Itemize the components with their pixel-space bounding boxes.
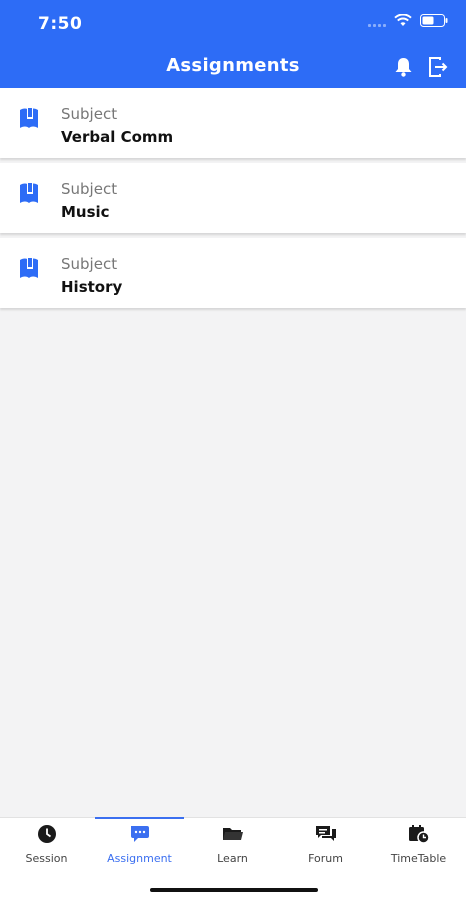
tab-label: Learn	[217, 852, 248, 865]
chat-icon	[130, 826, 149, 842]
tab-label: Assignment	[107, 852, 172, 865]
subject-label: Subject	[61, 255, 118, 273]
subject-label: Subject	[61, 105, 118, 123]
tab-assignment[interactable]: Assignment	[93, 817, 186, 878]
tab-label: TimeTable	[390, 852, 447, 865]
calendar-clock-icon	[408, 825, 430, 844]
tab-label: Session	[25, 852, 68, 865]
bell-icon[interactable]	[393, 56, 414, 78]
tab-timetable[interactable]: TimeTable	[372, 818, 465, 878]
assignment-list: Subject Verbal Comm Subject Music Subjec…	[0, 88, 466, 313]
subject-name: Music	[61, 203, 110, 221]
subject-name: History	[61, 278, 123, 296]
cellular-signal-icon	[368, 15, 386, 27]
forum-icon	[315, 826, 336, 841]
folder-icon	[222, 828, 243, 840]
clock-icon	[37, 825, 56, 843]
home-indicator	[150, 888, 318, 892]
app-header: 7:50 Assignments	[0, 0, 466, 88]
battery-icon	[420, 14, 448, 27]
tab-session[interactable]: Session	[0, 818, 93, 878]
assignment-card[interactable]: Subject Verbal Comm	[0, 88, 466, 158]
book-icon	[20, 183, 38, 203]
assignment-card[interactable]: Subject Music	[0, 163, 466, 233]
status-time: 7:50	[38, 14, 83, 34]
logout-icon[interactable]	[428, 56, 448, 78]
wifi-icon	[394, 14, 412, 26]
status-indicators	[368, 14, 448, 27]
book-icon	[20, 258, 38, 278]
subject-name: Verbal Comm	[61, 128, 174, 146]
book-icon	[20, 108, 38, 128]
subject-label: Subject	[61, 180, 118, 198]
tab-label: Forum	[308, 852, 343, 865]
tab-forum[interactable]: Forum	[279, 818, 372, 878]
tab-learn[interactable]: Learn	[186, 818, 279, 878]
assignment-card[interactable]: Subject History	[0, 238, 466, 308]
